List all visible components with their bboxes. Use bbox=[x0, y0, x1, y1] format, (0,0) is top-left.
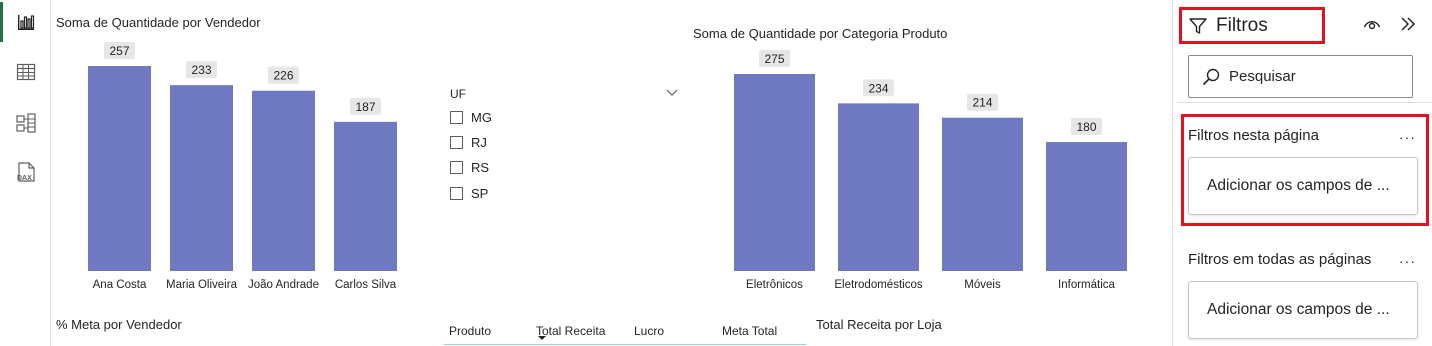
column-header-lucro[interactable]: Lucro bbox=[634, 324, 664, 338]
more-options-icon[interactable]: ··· bbox=[1399, 253, 1416, 269]
all-pages-filters-title: Filtros em todas as páginas bbox=[1188, 251, 1372, 268]
checkbox[interactable] bbox=[450, 160, 463, 174]
filters-title: Filtros bbox=[1216, 14, 1268, 36]
more-options-icon[interactable]: ··· bbox=[1399, 129, 1416, 145]
meta-vendedor-title: % Meta por Vendedor bbox=[56, 317, 182, 332]
slicer-item-label: RJ bbox=[471, 134, 487, 150]
filters-pane: Filtros Pesquisar Filtros nesta página ·… bbox=[1172, 0, 1432, 346]
slicer-item-label: SP bbox=[471, 185, 489, 201]
search-icon bbox=[1202, 68, 1220, 85]
uf-slicer: UF MG RJ RS SP bbox=[450, 84, 690, 214]
categoria-category-label-1: Eletrodomésticos bbox=[834, 279, 922, 291]
categoria-bar-2[interactable] bbox=[942, 117, 1023, 271]
categoria-data-label-0: 275 bbox=[764, 52, 784, 66]
categoria-data-label-3: 180 bbox=[1076, 120, 1096, 134]
slicer-title: UF bbox=[450, 87, 466, 101]
checkbox[interactable] bbox=[450, 186, 463, 200]
categoria-category-label-0: Eletrônicos bbox=[746, 279, 803, 291]
eye-icon[interactable] bbox=[1361, 13, 1383, 35]
categoria-category-label-2: Móveis bbox=[964, 279, 1001, 291]
slicer-item-rj[interactable]: RJ bbox=[450, 133, 487, 151]
filters-header: Filtros bbox=[1179, 7, 1325, 44]
table-header: Produto Total Receita Lucro Meta Total bbox=[444, 318, 806, 345]
all-pages-filters-drop-well[interactable]: Adicionar os campos de ... bbox=[1188, 281, 1418, 339]
page-filters-title: Filtros nesta página bbox=[1188, 127, 1319, 144]
checkbox[interactable] bbox=[450, 110, 463, 124]
search-input[interactable]: Pesquisar bbox=[1188, 55, 1413, 98]
slicer-item-mg[interactable]: MG bbox=[450, 108, 492, 126]
page-filters-drop-well[interactable]: Adicionar os campos de ... bbox=[1188, 157, 1418, 215]
categoria-data-label-1: 234 bbox=[868, 81, 888, 95]
checkbox[interactable] bbox=[450, 135, 463, 149]
sort-descending-icon bbox=[538, 336, 546, 340]
categoria-data-label-2: 214 bbox=[972, 96, 992, 110]
categoria-bar-3[interactable] bbox=[1046, 142, 1127, 271]
column-header-produto[interactable]: Produto bbox=[449, 324, 491, 338]
slicer-item-label: MG bbox=[471, 109, 492, 125]
slicer-item-label: RS bbox=[471, 159, 490, 175]
filter-icon bbox=[1189, 17, 1207, 34]
collapse-pane-icon[interactable] bbox=[1396, 12, 1420, 36]
categoria-bar-0[interactable] bbox=[734, 74, 815, 271]
search-placeholder: Pesquisar bbox=[1229, 68, 1296, 85]
categoria-category-label-3: Informática bbox=[1058, 279, 1115, 291]
column-header-meta-total[interactable]: Meta Total bbox=[722, 324, 777, 338]
receita-loja-title: Total Receita por Loja bbox=[816, 317, 942, 332]
column-header-total-receita[interactable]: Total Receita bbox=[536, 324, 605, 338]
slicer-item-rs[interactable]: RS bbox=[450, 158, 489, 176]
divider bbox=[1177, 102, 1432, 103]
chevron-down-icon[interactable] bbox=[664, 84, 680, 100]
categoria-bar-1[interactable] bbox=[838, 103, 919, 271]
slicer-item-sp[interactable]: SP bbox=[450, 184, 488, 202]
